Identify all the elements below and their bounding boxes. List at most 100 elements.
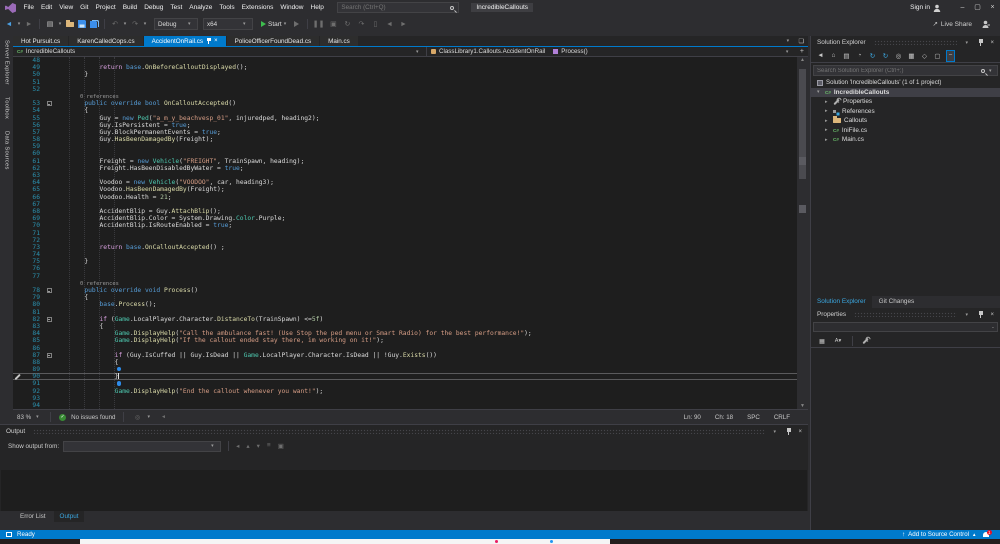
window-position-dropdown-icon[interactable]: ▾ <box>965 40 971 46</box>
open-file-icon[interactable] <box>65 18 75 30</box>
tab-solution-explorer[interactable]: Solution Explorer <box>811 296 872 308</box>
document-list-dropdown-icon[interactable]: ▾ <box>787 38 793 44</box>
start-without-debugging-icon[interactable] <box>292 18 302 30</box>
code-line[interactable]: 79 { <box>13 294 797 301</box>
breadcrumb-project-dropdown[interactable]: C# IncredibleCallouts ▾ <box>13 47 427 56</box>
editor-zoom-level[interactable]: 83 % <box>17 414 31 421</box>
code-line[interactable]: 60 <box>13 150 797 157</box>
navigate-forward-2-icon[interactable]: ► <box>398 18 408 30</box>
output-source-combo[interactable]: ▾ <box>63 441 221 452</box>
code-line[interactable]: 67 <box>13 201 797 208</box>
breakpoint-margin[interactable] <box>13 244 22 251</box>
tree-row-inifile-cs[interactable]: ▸C#IniFile.cs <box>811 126 1000 136</box>
properties-icon[interactable]: ◇ <box>920 50 929 62</box>
collapse-region-icon[interactable] <box>47 353 52 358</box>
tree-row-main-cs[interactable]: ▸C#Main.cs <box>811 135 1000 145</box>
breakpoint-margin[interactable] <box>13 179 22 186</box>
goto-next-message-icon[interactable]: ▾ <box>257 442 260 450</box>
code-line[interactable]: 94 <box>13 402 797 409</box>
menu-analyze[interactable]: Analyze <box>186 0 216 15</box>
code-line[interactable]: 57 Guy.BlockPermanentEvents = true; <box>13 129 797 136</box>
pin-icon[interactable] <box>978 39 983 46</box>
navigate-backward-2-icon[interactable]: ◄ <box>384 18 394 30</box>
collapse-region-icon[interactable] <box>47 317 52 322</box>
codelens-references-label[interactable]: 0 references <box>80 94 119 100</box>
tab-output[interactable]: Output <box>54 511 85 522</box>
step-over-icon[interactable]: ↷ <box>356 18 366 30</box>
properties-object-combo[interactable]: - <box>813 322 998 332</box>
float-window-icon[interactable]: ❏ <box>799 38 804 45</box>
breakpoint-margin[interactable] <box>13 330 22 337</box>
breakpoint-margin[interactable] <box>13 201 22 208</box>
add-to-source-control-button[interactable]: ↑ Add to Source Control ▲ <box>902 531 976 538</box>
fold-margin[interactable] <box>44 352 54 359</box>
solution-configuration-combo[interactable]: Debug▾ <box>154 18 198 30</box>
feedback-icon[interactable] <box>982 20 990 28</box>
breakpoint-margin[interactable] <box>13 280 22 287</box>
breakpoint-margin[interactable] <box>13 265 22 272</box>
open-files-filter-icon[interactable]: ◔ <box>855 50 864 62</box>
scroll-up-icon[interactable]: ▲ <box>797 57 808 63</box>
code-line[interactable]: 62 Freight.HasBeenDisabledByWater = true… <box>13 165 797 172</box>
tree-row-callouts[interactable]: ▸Callouts <box>811 116 1000 126</box>
output-panel-header[interactable]: Output ▾ × <box>0 425 808 438</box>
breakpoint-margin[interactable] <box>13 352 22 359</box>
collapsed-arrow-icon[interactable]: ▸ <box>825 137 830 143</box>
nest-icon[interactable]: ◎ <box>894 50 903 62</box>
breakpoint-margin[interactable] <box>13 287 22 294</box>
breadcrumb-member-dropdown[interactable]: Process() ▾ <box>549 47 796 56</box>
breakpoint-margin[interactable] <box>13 258 22 265</box>
breakpoint-margin[interactable] <box>13 309 22 316</box>
undo-icon[interactable]: ↶ <box>110 18 120 30</box>
tree-row-solution[interactable]: Solution 'IncredibleCallouts' (1 of 1 pr… <box>811 78 1000 88</box>
breakpoint-margin[interactable] <box>13 172 22 179</box>
pin-icon[interactable] <box>206 38 211 45</box>
home-icon[interactable]: ⌂ <box>829 50 838 62</box>
fold-margin[interactable] <box>44 100 54 107</box>
switch-views-icon[interactable]: ◄ <box>816 50 825 62</box>
bookmark-icon[interactable]: ▯ <box>370 18 380 30</box>
breakpoint-margin[interactable] <box>13 150 22 157</box>
categorized-icon[interactable]: ▦ <box>817 335 827 347</box>
new-project-dropdown-icon[interactable]: ▾ <box>57 18 63 30</box>
code-line[interactable]: 51 <box>13 79 797 86</box>
menu-git[interactable]: Git <box>77 0 92 15</box>
tab-error-list[interactable]: Error List <box>14 511 52 522</box>
code-line[interactable]: 76 <box>13 265 797 272</box>
line-ending-indicator[interactable]: CRLF <box>774 414 790 421</box>
menu-help[interactable]: Help <box>307 0 327 15</box>
code-line[interactable]: 92 Game.DisplayHelp("End the callout whe… <box>13 388 797 395</box>
solution-explorer-search-box[interactable]: ▾ <box>813 65 998 76</box>
panel-drag-grip[interactable] <box>854 312 957 317</box>
breakpoint-margin[interactable] <box>13 122 22 129</box>
code-line[interactable]: 72 <box>13 237 797 244</box>
sync-with-active-document-icon[interactable]: ↻ <box>868 50 877 62</box>
code-line[interactable]: 93 <box>13 395 797 402</box>
tab-karencalledcops-cs[interactable]: KarenCalledCops.cs <box>69 36 142 46</box>
menu-build[interactable]: Build <box>119 0 140 15</box>
code-line[interactable]: 50 } <box>13 71 797 78</box>
collapse-region-icon[interactable] <box>47 288 52 293</box>
breakpoint-margin[interactable] <box>13 402 22 409</box>
issues-filter-dropdown-icon[interactable]: ▾ <box>147 414 153 420</box>
editor-vertical-scrollbar[interactable]: ▲ ▼ <box>797 57 808 409</box>
health-status[interactable]: No issues found <box>71 414 115 421</box>
new-project-icon[interactable]: ▤ <box>45 18 55 30</box>
start-debugging-button[interactable]: Start ▾ <box>261 21 290 28</box>
breakpoint-margin[interactable] <box>13 316 22 323</box>
code-line[interactable]: 55 Guy = new Ped("a_m_y_beachvesp_01", i… <box>13 115 797 122</box>
code-line[interactable]: 61 Freight = new Vehicle("FREIGHT", Trai… <box>13 158 797 165</box>
menu-window[interactable]: Window <box>277 0 307 15</box>
data-sources-vertical-tab[interactable]: Data Sources <box>4 131 10 170</box>
quick-search-box[interactable] <box>337 2 459 13</box>
breakpoint-margin[interactable] <box>13 230 22 237</box>
output-content[interactable] <box>1 470 807 511</box>
tree-row-references[interactable]: ▸References <box>811 107 1000 117</box>
menu-edit[interactable]: Edit <box>37 0 55 15</box>
background-tasks-icon[interactable] <box>6 532 12 537</box>
close-icon[interactable]: × <box>798 429 802 435</box>
code-line[interactable]: 48 <box>13 57 797 64</box>
breakpoint-margin[interactable] <box>13 380 22 387</box>
code-line[interactable]: 71 <box>13 230 797 237</box>
hot-reload-icon[interactable]: ↻ <box>342 18 352 30</box>
